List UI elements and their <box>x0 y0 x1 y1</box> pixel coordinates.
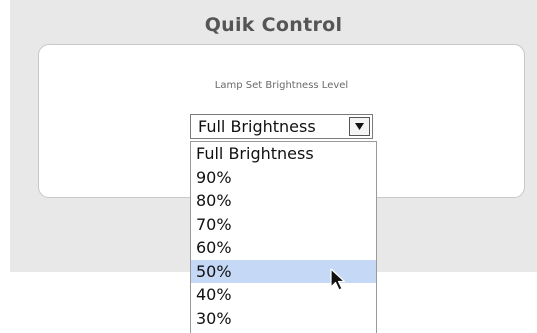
mouse-pointer-icon <box>330 268 346 291</box>
brightness-select-value: Full Brightness <box>198 117 316 136</box>
triangle-down-icon <box>355 123 364 130</box>
dropdown-option-70[interactable]: 70% <box>191 213 376 237</box>
brightness-label: Lamp Set Brightness Level <box>214 80 349 91</box>
page: Quik Control Lamp Set Brightness Level F… <box>0 0 537 333</box>
dropdown-option-40[interactable]: 40% <box>191 283 376 307</box>
dropdown-option-60[interactable]: 60% <box>191 236 376 260</box>
dropdown-option-90[interactable]: 90% <box>191 166 376 190</box>
dropdown-option-80[interactable]: 80% <box>191 189 376 213</box>
dropdown-option-full-brightness[interactable]: Full Brightness <box>191 142 376 166</box>
brightness-select[interactable]: Full Brightness <box>190 114 373 139</box>
dropdown-option-30[interactable]: 30% <box>191 307 376 331</box>
app-title: Quik Control <box>204 14 343 36</box>
dropdown-option-50[interactable]: 50% <box>191 259 376 283</box>
dropdown-arrow-button[interactable] <box>349 117 370 136</box>
brightness-dropdown-list[interactable]: Full Brightness 90% 80% 70% 60% 50% 40% … <box>190 141 377 333</box>
